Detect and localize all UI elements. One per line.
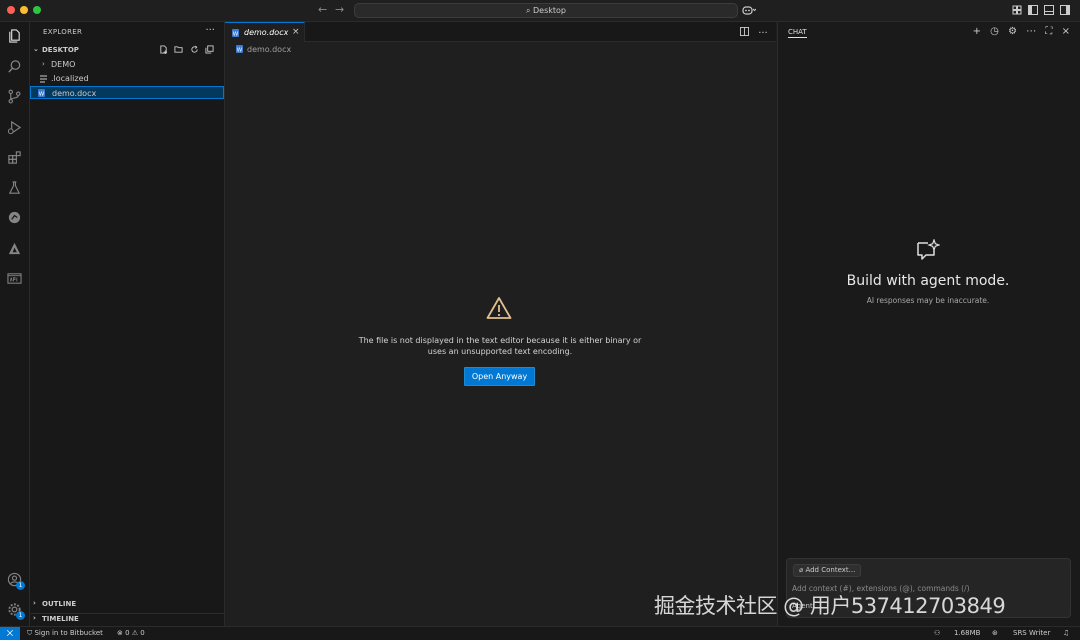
breadcrumb-label: demo.docx xyxy=(247,45,292,54)
svg-text:W: W xyxy=(233,31,239,37)
maximize-window-button[interactable] xyxy=(33,6,41,14)
close-icon[interactable]: × xyxy=(1062,26,1070,37)
tree-item-label: .localized xyxy=(51,74,89,83)
maximize-icon[interactable]: ⛶ xyxy=(1045,26,1052,37)
new-file-icon[interactable] xyxy=(159,45,168,54)
word-file-icon: W xyxy=(232,29,239,37)
toggle-sidebar-icon[interactable] xyxy=(1028,5,1038,15)
notifications-bell-icon[interactable]: ♫ xyxy=(1063,629,1069,637)
explorer-sidebar: EXPLORER ··· ⌄ DESKTOP › DEMO .localized… xyxy=(30,22,225,626)
refresh-icon[interactable] xyxy=(190,45,199,54)
accounts-badge: 1 xyxy=(16,581,25,590)
add-context-button[interactable]: ⌀ Add Context... xyxy=(793,564,862,577)
sync-icon[interactable]: ⊛ xyxy=(992,629,998,637)
bitbucket-label: Sign in to Bitbucket xyxy=(34,629,103,637)
tree-item-demo-folder[interactable]: › DEMO xyxy=(30,58,224,71)
more-icon[interactable]: ⋯ xyxy=(1026,26,1036,37)
remote-explorer-icon[interactable] xyxy=(7,210,22,225)
remote-indicator[interactable]: ⨉ xyxy=(0,627,20,640)
tree-item-label: demo.docx xyxy=(52,89,97,98)
run-debug-icon[interactable] xyxy=(7,120,22,135)
bitbucket-signin[interactable]: ⛉ Sign in to Bitbucket xyxy=(27,629,103,638)
explorer-title: EXPLORER xyxy=(43,28,83,36)
history-icon[interactable]: ◷ xyxy=(990,26,999,37)
chevron-right-icon: › xyxy=(33,614,36,622)
memory-indicator[interactable]: 1.68MB xyxy=(954,629,980,637)
timeline-label: TIMELINE xyxy=(42,615,79,623)
outline-section-header[interactable]: › OUTLINE xyxy=(30,599,224,611)
toggle-panel-icon[interactable] xyxy=(1044,5,1054,15)
new-chat-icon[interactable]: + xyxy=(973,26,981,37)
toggle-secondary-sidebar-icon[interactable] xyxy=(1060,5,1070,15)
manage-badge: 1 xyxy=(16,611,25,620)
tab-demo-docx[interactable]: W demo.docx × xyxy=(225,22,305,42)
forward-arrow-icon[interactable]: → xyxy=(335,4,344,16)
chevron-right-icon: › xyxy=(33,599,36,607)
activity-bar: 1 1 xyxy=(0,22,30,626)
status-bar: ⨉ ⛉ Sign in to Bitbucket ⊗ 0 ⚠ 0 ⚇ 1.68M… xyxy=(0,626,1080,640)
desktop-section-header[interactable]: ⌄ DESKTOP xyxy=(30,45,224,57)
azure-icon[interactable] xyxy=(7,241,22,256)
copilot-status-icon[interactable]: ⚇ xyxy=(934,629,940,637)
agent-mode-subtitle: AI responses may be inaccurate. xyxy=(866,296,990,305)
api-icon[interactable] xyxy=(7,271,22,286)
tree-item-label: DEMO xyxy=(51,60,76,69)
settings-icon[interactable]: ⚙ xyxy=(1008,26,1017,37)
breadcrumb[interactable]: Wdemo.docx xyxy=(236,45,291,54)
minimize-window-button[interactable] xyxy=(20,6,28,14)
new-folder-icon[interactable] xyxy=(174,45,183,54)
explorer-more-actions[interactable]: ··· xyxy=(205,25,215,36)
tab-close-icon[interactable]: × xyxy=(292,27,300,37)
copilot-icon[interactable] xyxy=(742,5,756,15)
svg-text:W: W xyxy=(237,47,243,53)
command-center-search[interactable]: ⌕ Desktop xyxy=(354,3,738,18)
outline-label: OUTLINE xyxy=(42,600,77,608)
text-file-icon xyxy=(40,75,47,83)
editor-tab-bar: W demo.docx × xyxy=(225,22,776,42)
extensions-icon[interactable] xyxy=(7,150,22,165)
word-file-icon: W xyxy=(236,45,243,53)
warning-icon xyxy=(486,297,512,319)
tree-item-localized[interactable]: .localized xyxy=(30,72,224,85)
explorer-icon[interactable] xyxy=(7,28,22,43)
chevron-down-icon: ⌄ xyxy=(33,45,39,53)
binary-file-message: The file is not displayed in the text ed… xyxy=(358,336,642,356)
chat-actions: + ◷ ⚙ ⋯ ⛶ × xyxy=(967,26,1070,37)
chevron-right-icon: › xyxy=(42,60,45,68)
watermark: 掘金技术社区 @ 用户537412703849 xyxy=(654,594,1006,618)
search-label: Desktop xyxy=(533,6,567,15)
source-control-icon[interactable] xyxy=(7,89,22,104)
editor-more-actions[interactable]: ··· xyxy=(758,28,768,39)
word-file-icon: W xyxy=(38,89,45,97)
collapse-all-icon[interactable] xyxy=(205,45,214,54)
agent-mode-title: Build with agent mode. xyxy=(846,273,1010,289)
editor-actions: ··· xyxy=(740,27,768,39)
testing-flask-icon[interactable] xyxy=(7,180,22,195)
timeline-section-header[interactable]: › TIMELINE xyxy=(30,613,224,625)
search-icon[interactable] xyxy=(7,59,22,74)
desktop-section-label: DESKTOP xyxy=(42,46,79,54)
explorer-actions xyxy=(155,45,214,57)
editor-area xyxy=(225,42,776,626)
split-editor-icon[interactable] xyxy=(740,27,749,36)
search-icon: ⌕ xyxy=(525,6,531,15)
back-arrow-icon[interactable]: ← xyxy=(318,4,327,16)
chat-sparkle-icon xyxy=(917,239,940,260)
customize-layout-icon[interactable] xyxy=(1012,5,1022,15)
chat-panel: CHAT + ◷ ⚙ ⋯ ⛶ × Build with agent mode. … xyxy=(777,22,1080,626)
srs-writer-status[interactable]: SRS Writer xyxy=(1013,629,1050,637)
tab-label: demo.docx xyxy=(244,28,289,37)
paperclip-icon: ⌀ xyxy=(799,566,804,574)
open-anyway-button[interactable]: Open Anyway xyxy=(464,367,535,386)
title-bar: ← → ⌕ Desktop xyxy=(0,0,1080,22)
close-window-button[interactable] xyxy=(7,6,15,14)
tab-chat[interactable]: CHAT xyxy=(788,28,807,38)
add-context-label: Add Context... xyxy=(805,566,856,574)
svg-text:W: W xyxy=(39,91,45,97)
tree-item-demo-docx[interactable]: W demo.docx xyxy=(30,86,224,99)
problems-indicator[interactable]: ⊗ 0 ⚠ 0 xyxy=(117,629,145,637)
